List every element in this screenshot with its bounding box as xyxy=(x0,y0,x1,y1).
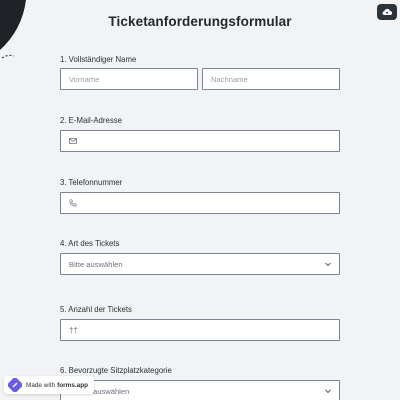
first-name-placeholder: Vorname xyxy=(69,74,100,84)
phone-label: 3. Telefonnummer xyxy=(60,178,123,187)
ticket-type-label: 4. Art des Tickets xyxy=(60,239,120,248)
seat-category-selected: auswählen xyxy=(93,386,130,396)
ticket-type-select[interactable]: Bitte auswählen xyxy=(60,253,340,275)
email-label: 2. E-Mail-Adresse xyxy=(60,116,122,125)
form-page: Ticketanforderungsformular 1. Vollständi… xyxy=(0,0,400,400)
last-name-input[interactable]: Nachname xyxy=(202,68,340,90)
corner-decoration xyxy=(0,0,26,59)
envelope-icon xyxy=(69,138,77,144)
page-title: Ticketanforderungsformular xyxy=(108,14,292,29)
brand-name: forms.app xyxy=(57,381,89,389)
seat-category-label: 6. Bevorzugte Sitzplatzkategorie xyxy=(60,366,172,375)
seat-category-select[interactable]: auswählen xyxy=(60,380,340,400)
chevron-down-icon xyxy=(325,262,331,267)
email-input[interactable] xyxy=(60,130,340,152)
ticket-count-label: 5. Anzahl der Tickets xyxy=(60,305,132,314)
full-name-label: 1. Vollständiger Name xyxy=(60,55,137,64)
made-with-text: Made with xyxy=(26,381,56,389)
phone-icon xyxy=(69,199,77,207)
first-name-input[interactable]: Vorname xyxy=(60,68,198,90)
forms-app-logo-icon xyxy=(8,378,22,392)
last-name-placeholder: Nachname xyxy=(211,74,248,84)
made-with-badge[interactable]: Made with forms.app xyxy=(4,376,95,394)
chevron-down-icon xyxy=(325,389,331,394)
phone-input[interactable] xyxy=(60,192,340,214)
ticket-type-selected: Bitte auswählen xyxy=(69,259,123,269)
ticket-icon: †† xyxy=(69,325,78,335)
ticket-count-input[interactable]: †† xyxy=(60,319,340,341)
